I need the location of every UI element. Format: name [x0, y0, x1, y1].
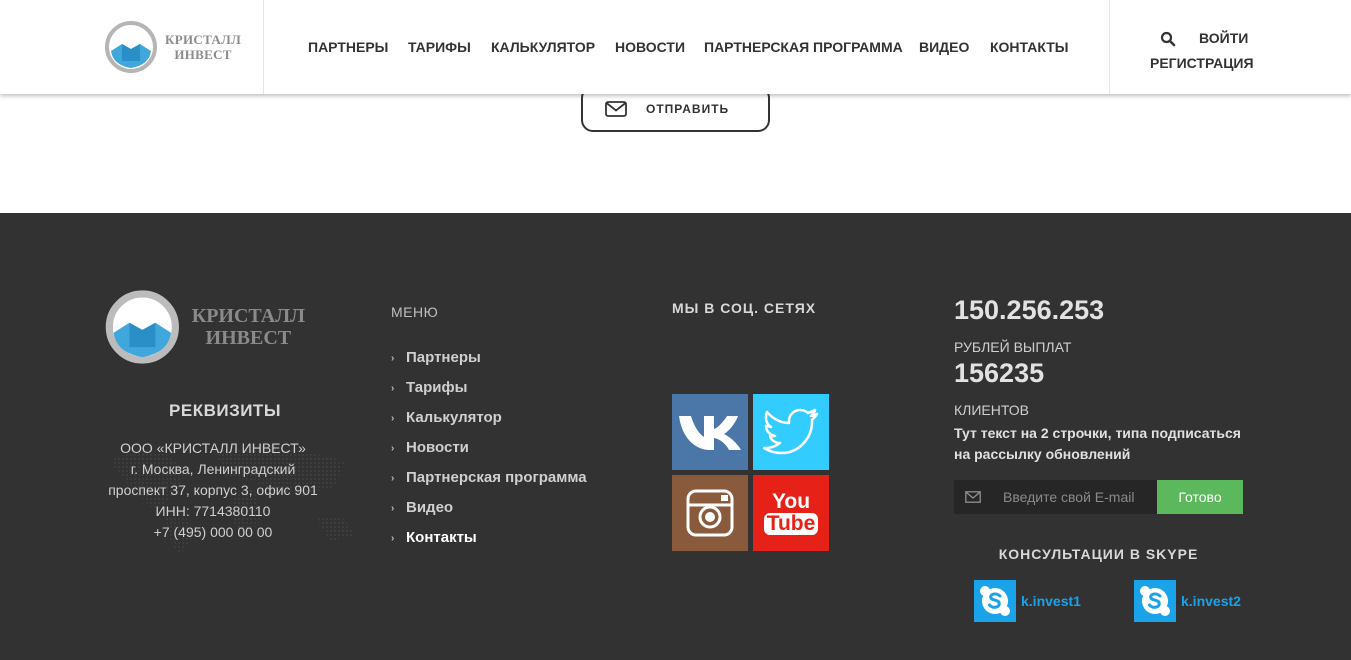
- requisites-line: +7 (495) 000 00 00: [153, 524, 273, 540]
- header-divider: [263, 0, 264, 94]
- bullet-icon: ›: [391, 443, 395, 454]
- footer-menu-label: Тарифы: [406, 379, 468, 396]
- logo-text: КРИСТАЛЛ ИНВЕСТ: [165, 32, 241, 62]
- skype-account: k.invest1: [1021, 593, 1081, 609]
- footer-menu-item[interactable]: › Тарифы: [391, 379, 587, 409]
- bullet-icon: ›: [391, 533, 395, 544]
- youtube-icon: You Tube: [763, 490, 819, 535]
- instagram-button[interactable]: [672, 475, 748, 551]
- skype-contact[interactable]: k.invest1: [974, 580, 1081, 622]
- footer-menu-item[interactable]: › Видео: [391, 499, 587, 529]
- logo-line-1: КРИСТАЛЛ: [165, 32, 242, 47]
- payout-label: РУБЛЕЙ ВЫПЛАТ: [954, 339, 1072, 355]
- logo-mark-icon: [105, 21, 157, 73]
- skype-icon: [1134, 580, 1176, 622]
- footer-menu-item[interactable]: › Новости: [391, 439, 587, 469]
- footer-logo-line-1: КРИСТАЛЛ: [191, 305, 305, 327]
- footer-menu-label: Контакты: [406, 529, 477, 546]
- social-title: МЫ В СОЦ. СЕТЯХ: [672, 300, 817, 316]
- footer-logo-text: КРИСТАЛЛ ИНВЕСТ: [192, 305, 305, 349]
- skype-account: k.invest2: [1181, 593, 1241, 609]
- subscribe-button[interactable]: Готово: [1157, 480, 1243, 514]
- subscribe-form: Готово: [954, 480, 1243, 514]
- site-footer: КРИСТАЛЛ ИНВЕСТ РЕКВИЗИТЫ ООО «КРИСТАЛЛ …: [0, 213, 1351, 660]
- bullet-icon: ›: [391, 473, 395, 484]
- footer-menu-label: Партнеры: [406, 349, 481, 366]
- nav-tariffs[interactable]: ТАРИФЫ: [408, 39, 471, 55]
- footer-menu-item[interactable]: › Партнеры: [391, 349, 587, 379]
- skype-title: КОНСУЛЬТАЦИИ В SKYPE: [998, 546, 1199, 562]
- footer-menu-label: Новости: [406, 439, 469, 456]
- twitter-icon: [763, 408, 819, 455]
- requisites-line: проспект 37, корпус 3, офис 901: [108, 482, 318, 498]
- footer-menu-item-active[interactable]: › Контакты: [391, 529, 587, 559]
- logo-line-2: ИНВЕСТ: [174, 47, 232, 62]
- requisites-details: ООО «КРИСТАЛЛ ИНВЕСТ» г. Москва, Ленингр…: [95, 438, 331, 543]
- subscribe-text: Тут текст на 2 строчки, типа подписаться…: [954, 425, 1241, 462]
- bullet-icon: ›: [391, 503, 395, 514]
- clients-value: 156235: [954, 358, 1045, 388]
- site-header: КРИСТАЛЛ ИНВЕСТ ПАРТНЕРЫ ТАРИФЫ КАЛЬКУЛЯ…: [0, 0, 1351, 94]
- nav-contacts[interactable]: КОНТАКТЫ: [990, 39, 1068, 55]
- requisites-line: ИНН: 7714380110: [155, 503, 271, 519]
- footer-menu-label: Калькулятор: [406, 409, 502, 426]
- youtube-button[interactable]: You Tube: [753, 475, 829, 551]
- skype-icon: [974, 580, 1016, 622]
- bullet-icon: ›: [391, 383, 395, 394]
- instagram-icon: [686, 489, 734, 537]
- logo[interactable]: КРИСТАЛЛ ИНВЕСТ: [105, 20, 245, 74]
- search-icon[interactable]: [1160, 31, 1176, 47]
- bullet-icon: ›: [391, 413, 395, 424]
- footer-menu-title: МЕНЮ: [391, 304, 439, 320]
- twitter-button[interactable]: [753, 394, 829, 470]
- footer-menu-item[interactable]: › Партнерская программа: [391, 469, 587, 499]
- footer-menu: › Партнеры › Тарифы › Калькулятор › Новости …: [391, 349, 587, 559]
- youtube-you: You: [771, 490, 811, 513]
- nav-partner-program[interactable]: ПАРТНЕРСКАЯ ПРОГРАММА: [704, 39, 903, 55]
- requisites-line: ООО «КРИСТАЛЛ ИНВЕСТ»: [120, 440, 306, 456]
- envelope-icon: [954, 480, 991, 514]
- footer-logo-line-2: ИНВЕСТ: [205, 327, 292, 349]
- vk-icon: [679, 416, 741, 450]
- logo-mark-icon: [105, 290, 179, 364]
- payout-value: 150.256.253: [954, 295, 1105, 325]
- footer-menu-label: Партнерская программа: [406, 469, 587, 486]
- nav-video[interactable]: ВИДЕО: [919, 39, 969, 55]
- login-link[interactable]: ВОЙТИ: [1199, 30, 1248, 46]
- nav-partners[interactable]: ПАРТНЕРЫ: [308, 39, 388, 55]
- clients-label: КЛИЕНТОВ: [954, 402, 1030, 418]
- footer-menu-label: Видео: [406, 499, 454, 516]
- header-divider: [1109, 0, 1110, 94]
- youtube-tube: Tube: [763, 513, 819, 535]
- footer-logo[interactable]: КРИСТАЛЛ ИНВЕСТ: [105, 289, 305, 365]
- vk-button[interactable]: [672, 394, 748, 470]
- footer-menu-item[interactable]: › Калькулятор: [391, 409, 587, 439]
- bullet-icon: ›: [391, 353, 395, 364]
- send-button-label: ОТПРАВИТЬ: [646, 102, 730, 116]
- nav-calculator[interactable]: КАЛЬКУЛЯТОР: [491, 39, 595, 55]
- nav-news[interactable]: НОВОСТИ: [615, 39, 685, 55]
- requisites-line: г. Москва, Ленинградский: [130, 461, 296, 477]
- email-input[interactable]: [991, 480, 1157, 514]
- requisites-title: РЕКВИЗИТЫ: [169, 401, 281, 420]
- skype-contact[interactable]: k.invest2: [1134, 580, 1241, 622]
- register-link[interactable]: РЕГИСТРАЦИЯ: [1150, 55, 1254, 71]
- envelope-icon: [605, 101, 627, 117]
